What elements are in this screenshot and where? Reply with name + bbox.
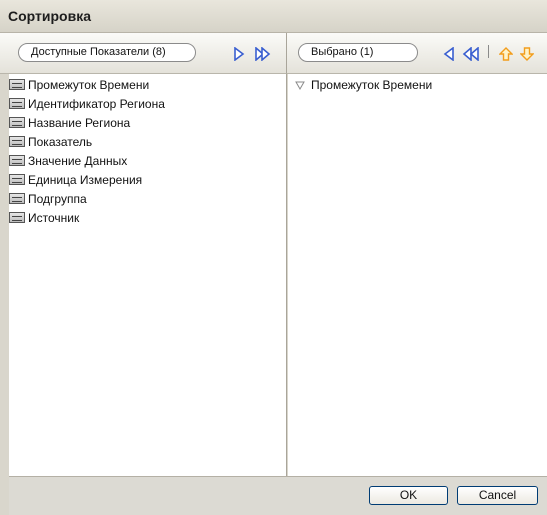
available-fields-label: Доступные Показатели (8) [18,43,196,62]
move-right-button[interactable] [231,45,247,63]
field-icon [9,79,25,90]
arrow-up-icon [499,47,513,61]
list-item[interactable]: Единица Измерения [9,170,286,189]
list-item[interactable]: Промежуток Времени [288,75,547,94]
available-fields-list: Промежуток Времени Идентификатор Региона… [9,74,287,476]
move-all-right-button[interactable] [253,45,273,63]
field-icon [9,212,25,223]
cancel-button[interactable]: Cancel [457,486,538,505]
list-item[interactable]: Название Региона [9,113,286,132]
arrow-left-icon [443,47,454,61]
move-all-left-button[interactable] [461,45,481,63]
sort-descending-icon [295,81,305,90]
field-icon [9,98,25,109]
selected-fields-list: Промежуток Времени [288,74,547,476]
double-arrow-left-icon [462,47,479,61]
list-item[interactable]: Промежуток Времени [9,75,286,94]
list-item[interactable]: Значение Данных [9,151,286,170]
toolbar-separator [488,45,489,58]
field-icon [9,117,25,128]
move-left-button[interactable] [441,45,457,63]
list-item[interactable]: Источник [9,208,286,227]
field-icon [9,136,25,147]
ok-button[interactable]: OK [369,486,448,505]
dialog-footer: OK Cancel [9,476,547,515]
list-item[interactable]: Идентификатор Региона [9,94,286,113]
arrow-down-icon [520,47,534,61]
field-icon [9,193,25,204]
selected-pane-header: Выбрано (1) [287,33,547,74]
selected-fields-label: Выбрано (1) [298,43,418,62]
field-icon [9,174,25,185]
list-item[interactable]: Подгруппа [9,189,286,208]
list-item[interactable]: Показатель [9,132,286,151]
title-bar: Сортировка [0,0,547,33]
field-icon [9,155,25,166]
sort-dialog: Сортировка Доступные Показатели (8) Выбр… [0,0,547,515]
double-arrow-right-icon [255,47,271,61]
arrow-right-icon [234,47,245,61]
dialog-title: Сортировка [8,8,91,24]
available-pane-header: Доступные Показатели (8) [0,33,287,74]
move-down-button[interactable] [519,45,535,63]
move-up-button[interactable] [498,45,514,63]
